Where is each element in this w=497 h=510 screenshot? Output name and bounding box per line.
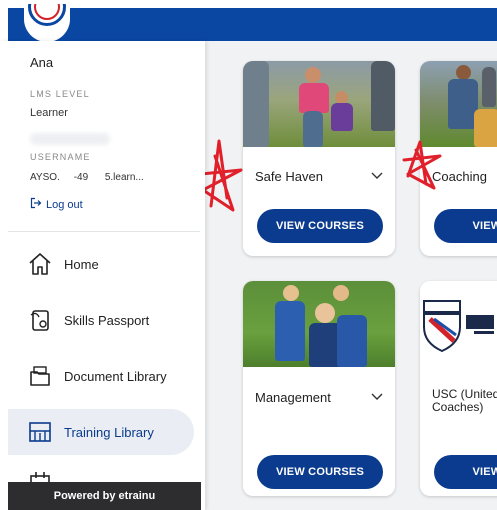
chevron-down-icon[interactable] bbox=[371, 169, 383, 183]
course-card-management[interactable]: Management VIEW COURSES bbox=[243, 281, 395, 496]
course-card-usc[interactable]: USC (United Soccer Coaches) VIEW CO bbox=[420, 281, 497, 496]
photo-figure bbox=[303, 111, 323, 147]
nav-item-home[interactable]: Home bbox=[8, 241, 200, 287]
top-bar bbox=[8, 4, 497, 42]
lms-level-value: Learner bbox=[30, 107, 68, 119]
photo-figure bbox=[482, 67, 496, 107]
photo-figure bbox=[275, 301, 305, 361]
course-thumbnail bbox=[420, 281, 497, 367]
course-thumbnail bbox=[243, 281, 395, 367]
photo-figure bbox=[299, 83, 329, 113]
course-title: Coaching bbox=[432, 168, 487, 184]
view-courses-button[interactable]: VIEW CO bbox=[434, 455, 497, 489]
course-title: Safe Haven bbox=[255, 168, 323, 184]
nav-label: Document Library bbox=[64, 368, 167, 384]
nav-label: Skills Passport bbox=[64, 312, 150, 328]
sidebar: Ana LMS LEVEL Learner USERNAME AYSO. -49… bbox=[0, 41, 205, 510]
lms-level-label: LMS LEVEL bbox=[30, 89, 90, 99]
course-title: USC (United Soccer Coaches) bbox=[432, 387, 497, 414]
logout-icon bbox=[30, 197, 42, 212]
photo-figure bbox=[305, 67, 321, 83]
username-value: AYSO. -49 5.learn... bbox=[30, 172, 144, 183]
nav-label: Training Library bbox=[64, 424, 154, 440]
view-courses-button[interactable]: VIEW COURSES bbox=[257, 209, 383, 243]
view-courses-button[interactable]: VIEW CO bbox=[434, 209, 497, 243]
course-title: Management bbox=[255, 389, 331, 405]
user-name: Ana bbox=[30, 55, 54, 70]
course-title-row: Coaching bbox=[432, 167, 497, 185]
logout-label: Log out bbox=[46, 198, 83, 211]
photo-figure bbox=[456, 65, 471, 80]
course-card-coaching[interactable]: Coaching VIEW CO bbox=[420, 61, 497, 256]
photo-figure bbox=[331, 103, 353, 131]
course-title-row: Management bbox=[255, 388, 383, 406]
photo-figure bbox=[283, 285, 299, 301]
powered-by-footer: Powered by etrainu bbox=[8, 482, 201, 510]
nav-label: Home bbox=[64, 256, 99, 272]
united-soccer-coaches-logo bbox=[423, 300, 494, 353]
divider bbox=[8, 231, 200, 232]
nav-item-training-library[interactable]: Training Library bbox=[8, 409, 194, 455]
document-library-icon bbox=[26, 362, 54, 390]
ayso-logo[interactable] bbox=[24, 4, 70, 42]
photo-figure bbox=[243, 61, 269, 147]
photo-figure bbox=[371, 61, 395, 131]
photo-figure bbox=[333, 285, 349, 301]
view-courses-button[interactable]: VIEW COURSES bbox=[257, 455, 383, 489]
course-grid: Safe Haven VIEW COURSES Coaching VIEW CO bbox=[205, 41, 497, 510]
redacted-area bbox=[30, 133, 110, 145]
home-icon bbox=[26, 250, 54, 278]
course-thumbnail bbox=[420, 61, 497, 147]
course-thumbnail bbox=[243, 61, 395, 147]
user-profile: Ana LMS LEVEL Learner USERNAME AYSO. -49… bbox=[8, 41, 200, 227]
photo-figure bbox=[315, 303, 335, 323]
chevron-down-icon[interactable] bbox=[371, 390, 383, 404]
red-star-annotation bbox=[205, 139, 243, 212]
course-card-safe-haven[interactable]: Safe Haven VIEW COURSES bbox=[243, 61, 395, 256]
course-title-row: Safe Haven bbox=[255, 167, 383, 185]
nav-item-skills-passport[interactable]: Skills Passport bbox=[8, 297, 200, 343]
skills-passport-icon bbox=[26, 306, 54, 334]
photo-figure bbox=[474, 109, 497, 147]
nav-item-document-library[interactable]: Document Library bbox=[8, 353, 200, 399]
logout-link[interactable]: Log out bbox=[30, 197, 83, 212]
training-library-icon bbox=[26, 418, 54, 446]
photo-figure bbox=[337, 315, 367, 367]
username-label: USERNAME bbox=[30, 152, 91, 162]
